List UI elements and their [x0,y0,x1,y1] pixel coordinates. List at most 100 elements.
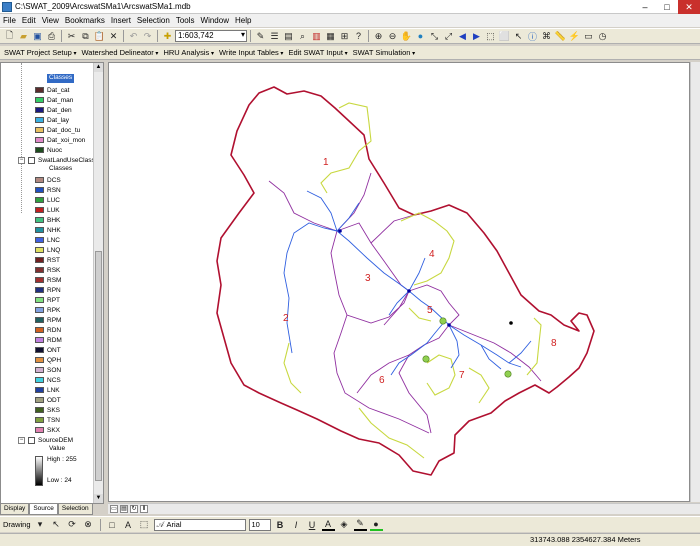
menu-window[interactable]: Window [198,16,232,25]
underline-icon[interactable]: U [306,518,319,531]
swat-project-setup-menu[interactable]: SWAT Project Setup [4,48,77,57]
hru-analysis-menu[interactable]: HRU Analysis [163,48,214,57]
zoom-out-icon[interactable]: ⊖ [386,30,399,43]
font-color-icon[interactable]: A [321,518,335,531]
font-size-select[interactable]: 10 [248,518,271,531]
layer-visibility-checkbox[interactable] [28,156,35,164]
rotate-icon[interactable]: ⟳ [66,518,79,531]
whats-this-icon[interactable]: ? [352,30,365,43]
editor-toolbar-icon[interactable]: ✎ [254,30,267,43]
landuse-layer[interactable]: − SwatLandUseClass( [18,155,97,165]
cut-icon[interactable]: ✂ [65,30,78,43]
legend-swatch [35,337,44,343]
fill-color-icon[interactable]: ◈ [338,518,351,531]
swat-toolbar: SWAT Project Setup Watershed Delineator … [0,46,700,60]
python-icon[interactable]: ▦ [324,30,337,43]
edit-swat-input-menu[interactable]: Edit SWAT Input [288,48,347,57]
open-icon[interactable]: ▰ [17,30,30,43]
menu-tools[interactable]: Tools [173,16,198,25]
layer-visibility-checkbox[interactable] [28,436,35,444]
rectangle-icon[interactable]: □ [106,518,119,531]
italic-icon[interactable]: I [290,518,303,531]
bold-icon[interactable]: B [274,518,287,531]
collapse-icon[interactable]: − [18,156,25,164]
drawing-dropdown-icon[interactable]: ▾ [34,518,47,531]
table-of-contents[interactable]: Classes Dat_cat Dat_man Dat_den Dat_lay … [0,62,104,504]
watershed-delineator-menu[interactable]: Watershed Delineator [82,48,159,57]
new-text-icon[interactable]: A [122,518,135,531]
write-input-tables-menu[interactable]: Write Input Tables [219,48,283,57]
edit-vertices-icon[interactable]: ⬚ [138,518,151,531]
map-view[interactable]: 1 2 3 4 5 6 7 8 [108,62,690,502]
drawing-menu[interactable]: Drawing [3,520,31,529]
delete-icon[interactable]: ✕ [107,30,120,43]
layout-view-icon[interactable]: ▤ [120,505,128,513]
undo-icon[interactable]: ↶ [127,30,140,43]
measure-icon[interactable]: 📏 [554,30,567,43]
line-color-icon[interactable]: ✎ [353,518,367,531]
forward-extent-icon[interactable]: ▶ [470,30,483,43]
toc-scroll-thumb[interactable] [95,251,102,481]
maximize-icon[interactable]: □ [656,0,678,14]
legend-item: RSM [35,275,61,285]
collapse-icon[interactable]: − [18,436,25,444]
table-of-contents-icon[interactable]: ☰ [268,30,281,43]
refresh-icon[interactable]: ↻ [130,505,138,513]
zoom-in-icon[interactable]: ⊕ [372,30,385,43]
swat-simulation-menu[interactable]: SWAT Simulation [353,48,415,57]
menu-help[interactable]: Help [232,16,254,25]
minimize-icon[interactable]: – [634,0,656,14]
select-elements-icon[interactable]: ↖ [50,518,63,531]
menu-insert[interactable]: Insert [108,16,134,25]
full-extent-icon[interactable]: ● [414,30,427,43]
zoom-whole-page-icon[interactable]: ⊗ [82,518,95,531]
soil-classes-header[interactable]: Classes [47,74,75,83]
save-icon[interactable]: ▣ [31,30,44,43]
select-elements-icon[interactable]: ↖ [512,30,525,43]
tab-source[interactable]: Source [29,504,58,515]
watershed-map[interactable]: 1 2 3 4 5 6 7 8 [109,63,691,503]
search-icon[interactable]: ⌕ [296,30,309,43]
select-features-icon[interactable]: ⬚ [484,30,497,43]
scroll-down-icon[interactable]: ▼ [94,494,103,503]
dem-layer[interactable]: − SourceDEM [18,435,73,445]
hyperlink-icon[interactable]: ⚡ [568,30,581,43]
scroll-up-icon[interactable]: ▲ [94,63,103,72]
find-icon[interactable]: ⌘ [540,30,553,43]
new-document-icon[interactable]: 🗋 [3,30,16,43]
map-scale-input[interactable]: 1:603,742 [175,30,247,42]
catalog-icon[interactable]: ▤ [282,30,295,43]
paste-icon[interactable]: 📋 [93,30,106,43]
identify-icon[interactable]: ⓘ [526,30,539,43]
menu-view[interactable]: View [39,16,62,25]
legend-swatch [35,227,44,233]
toc-scrollbar[interactable]: ▲ ▼ [93,63,103,503]
arctoolbox-icon[interactable]: ▥ [310,30,323,43]
map-vertical-scrollbar[interactable] [690,62,700,502]
copy-icon[interactable]: ⧉ [79,30,92,43]
clear-selection-icon[interactable]: ⬜ [498,30,511,43]
html-popup-icon[interactable]: ▭ [582,30,595,43]
close-icon[interactable]: ✕ [678,0,700,14]
menu-bookmarks[interactable]: Bookmarks [62,16,108,25]
fixed-zoom-in-icon[interactable]: ⤡ [428,30,441,43]
menu-selection[interactable]: Selection [134,16,173,25]
back-extent-icon[interactable]: ◀ [456,30,469,43]
map-horizontal-scrollbar[interactable]: ▭ ▤ ↻ Ⅱ [108,503,700,514]
print-icon[interactable]: ⎙ [45,30,58,43]
tab-display[interactable]: Display [0,504,30,515]
font-select[interactable]: Arial [153,518,246,531]
fixed-zoom-out-icon[interactable]: ⤢ [442,30,455,43]
redo-icon[interactable]: ↷ [141,30,154,43]
menu-file[interactable]: File [0,16,19,25]
menu-edit[interactable]: Edit [19,16,39,25]
marker-color-icon[interactable]: ● [369,518,383,531]
data-view-icon[interactable]: ▭ [110,505,118,513]
tab-selection[interactable]: Selection [57,504,93,515]
modelbuilder-icon[interactable]: ⊞ [338,30,351,43]
time-slider-icon[interactable]: ◷ [596,30,609,43]
pause-drawing-icon[interactable]: Ⅱ [140,505,148,513]
legend-item: SKX [35,425,60,435]
add-data-icon[interactable]: ✚ [161,30,174,43]
pan-icon[interactable]: ✋ [400,30,413,43]
